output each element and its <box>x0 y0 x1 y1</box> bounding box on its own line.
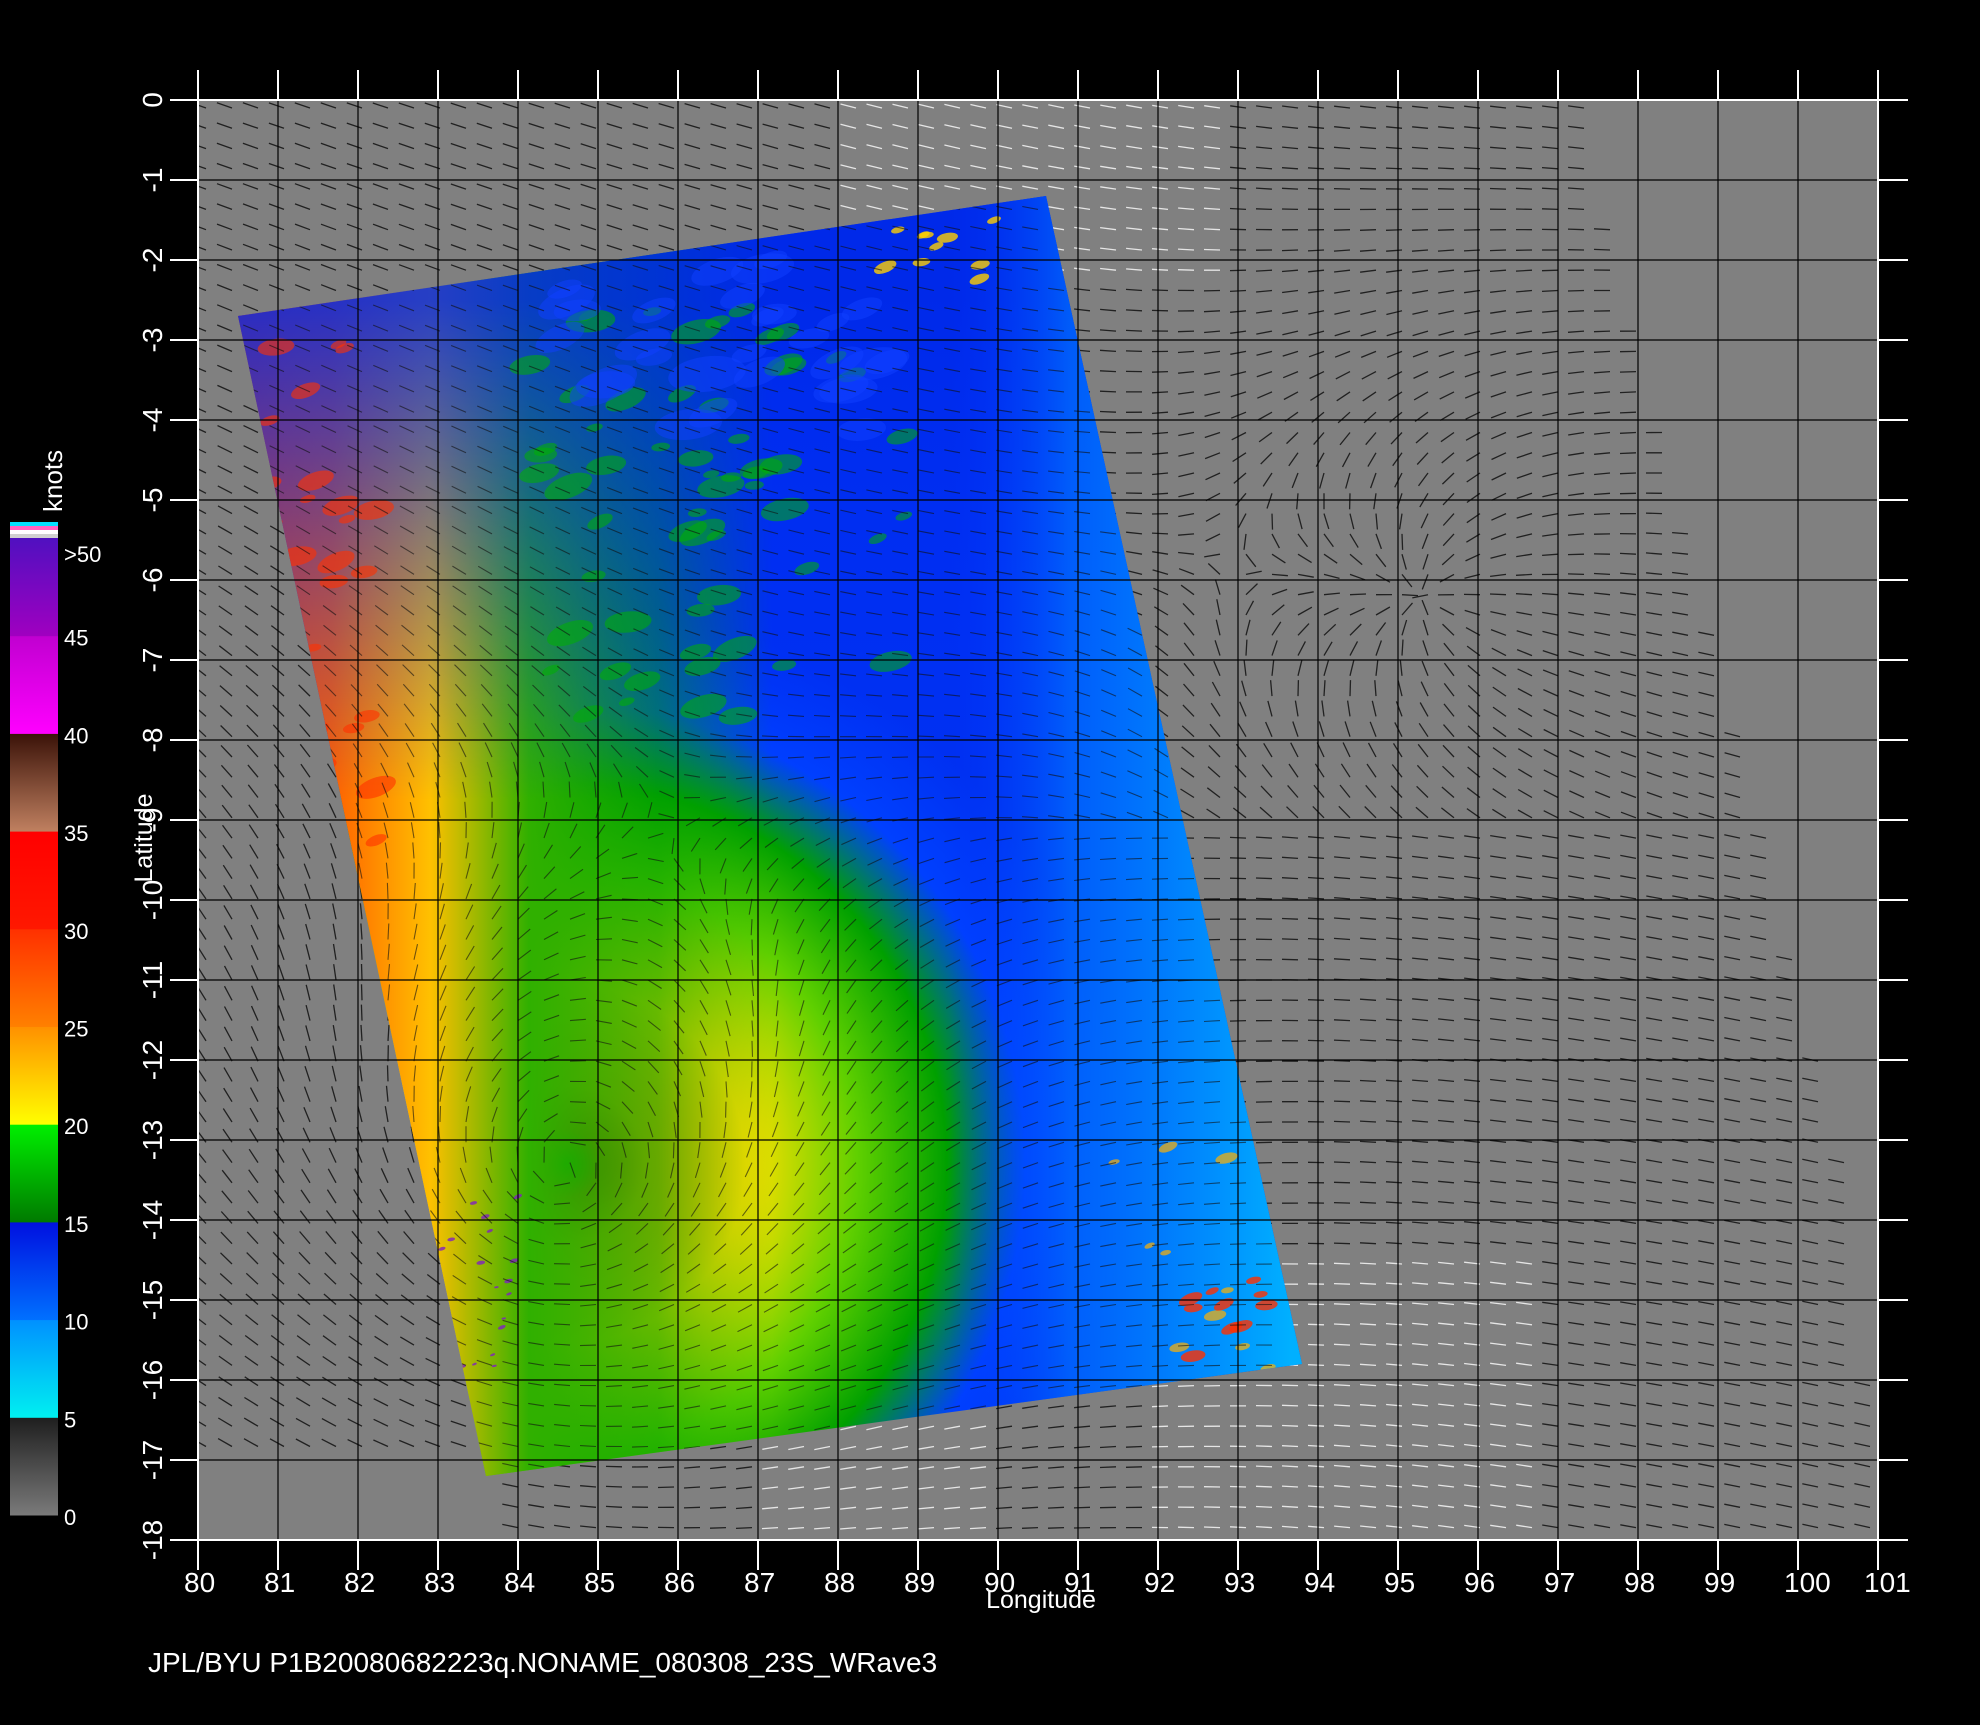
x-tick-label: 85 <box>584 1567 615 1598</box>
colorbar-label: 20 <box>64 1114 88 1139</box>
x-tick-label: 101 <box>1864 1567 1911 1598</box>
colorbar-top-band <box>10 534 58 538</box>
colorbar-unit-label: knots <box>38 450 68 512</box>
x-tick-label: 95 <box>1384 1567 1415 1598</box>
x-tick-label: 86 <box>664 1567 695 1598</box>
x-tick-label: 92 <box>1144 1567 1175 1598</box>
y-tick-label: -3 <box>137 328 168 353</box>
x-tick-label: 84 <box>504 1567 535 1598</box>
colorbar-label: 35 <box>64 821 88 846</box>
x-tick-label: 96 <box>1464 1567 1495 1598</box>
figure-caption: JPL/BYU P1B20080682223q.NONAME_080308_23… <box>148 1647 937 1678</box>
x-axis-label: Longitude <box>986 1586 1096 1614</box>
colorbar-segment <box>10 1417 58 1516</box>
y-tick-label: -2 <box>137 248 168 273</box>
colorbar-segment <box>10 1221 58 1321</box>
y-axis-label: Latitude <box>130 794 158 883</box>
y-tick-label: -1 <box>137 168 168 193</box>
x-tick-label: 94 <box>1304 1567 1335 1598</box>
y-tick-label: -12 <box>137 1040 168 1080</box>
y-tick-label: -7 <box>137 648 168 673</box>
colorbar-segment <box>10 1319 58 1418</box>
colorbar-segment <box>10 928 58 1027</box>
x-tick-label: 82 <box>344 1567 375 1598</box>
x-tick-label: 83 <box>424 1567 455 1598</box>
colorbar-segment <box>10 538 58 637</box>
y-tick-label: -8 <box>137 728 168 753</box>
colorbar-label: 30 <box>64 919 88 944</box>
y-tick-label: -6 <box>137 568 168 593</box>
y-tick-label: -11 <box>137 961 168 999</box>
colorbar-label: >50 <box>64 542 101 567</box>
x-tick-label: 88 <box>824 1567 855 1598</box>
x-tick-label: 89 <box>904 1567 935 1598</box>
colorbar-top-band <box>10 530 58 534</box>
colorbar-segment <box>10 831 58 930</box>
colorbar-label: 5 <box>64 1407 76 1432</box>
x-tick-label: 93 <box>1224 1567 1255 1598</box>
wind-speed-colorbar <box>10 522 58 1516</box>
colorbar-segment <box>10 1124 58 1223</box>
colorbar-label: 0 <box>64 1505 76 1530</box>
colorbar-segment <box>10 1026 58 1125</box>
colorbar-label: 25 <box>64 1017 88 1042</box>
colorbar-label: 45 <box>64 626 88 651</box>
map-canvas: 80 81 82 83 84 85 86 87 88 89 90 91 92 93 94 95 96 97 98 99… <box>10 70 1911 1678</box>
colorbar-label: 15 <box>64 1212 88 1237</box>
colorbar-labels: >50 45 40 35 30 25 20 15 10 5 0 <box>64 542 101 1530</box>
scatterometer-wind-map: 80 81 82 83 84 85 86 87 88 89 90 91 92 93 94 95 96 97 98 99… <box>0 0 1980 1720</box>
x-tick-label: 97 <box>1544 1567 1575 1598</box>
y-tick-label: -5 <box>137 488 168 513</box>
colorbar-top-band <box>10 526 58 530</box>
y-tick-label: -13 <box>137 1120 168 1160</box>
x-tick-label: 87 <box>744 1567 775 1598</box>
y-tick-label: -17 <box>137 1440 168 1480</box>
x-tick-label: 100 <box>1784 1567 1831 1598</box>
y-tick-label: -14 <box>137 1200 168 1240</box>
x-tick-label: 98 <box>1624 1567 1655 1598</box>
colorbar-segment <box>10 733 58 832</box>
x-tick-label: 81 <box>264 1567 295 1598</box>
colorbar-label: 40 <box>64 723 88 748</box>
colorbar-segment <box>10 635 58 734</box>
y-tick-label: 0 <box>137 92 168 108</box>
x-tick-label: 99 <box>1704 1567 1735 1598</box>
colorbar-label: 10 <box>64 1310 88 1335</box>
y-tick-label: -16 <box>137 1360 168 1400</box>
x-tick-label: 80 <box>184 1567 215 1598</box>
y-tick-label: -4 <box>137 408 168 433</box>
y-tick-label: -15 <box>137 1280 168 1320</box>
y-tick-label: -10 <box>137 880 168 920</box>
colorbar-top-band <box>10 522 58 526</box>
y-tick-label: -18 <box>137 1520 168 1560</box>
